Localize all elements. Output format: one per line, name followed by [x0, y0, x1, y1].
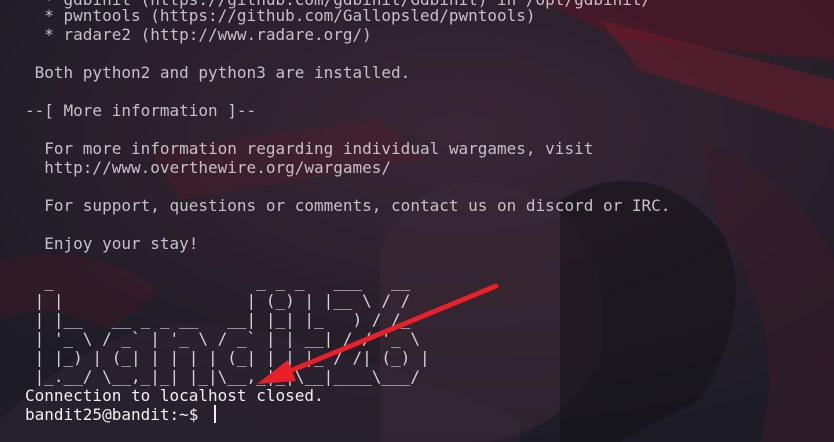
banner-line: | '_ \ / _` | '_ \ / _` | | __| / / '_ \: [25, 329, 420, 348]
motd-wargames-url: http://www.overthewire.org/wargames/: [25, 158, 392, 177]
motd-line-pwntools: * pwntools (https://github.com/Gallopsle…: [25, 6, 536, 25]
shell-prompt: bandit25@bandit:~$: [25, 405, 209, 424]
banner-line: | |__ __ _ _ __ __| |_| |_ ) / /_: [25, 310, 411, 329]
banner-line: |_.__/ \__,_|_| |_|\__,_|_|\__|____\___/: [25, 367, 420, 386]
text-cursor[interactable]: [214, 405, 216, 423]
motd-line-radare2: * radare2 (http://www.radare.org/): [25, 25, 372, 44]
banner-line: | |_) | (_| | | | | (_| | | |_ / /| (_) …: [25, 348, 430, 367]
motd-python-note: Both python2 and python3 are installed.: [25, 63, 411, 82]
banner-line: _ _ _ _ ___ __: [25, 272, 411, 291]
motd-support-line: For support, questions or comments, cont…: [25, 196, 671, 215]
motd-info-line: For more information regarding individua…: [25, 139, 594, 158]
banner-line: | | | (_) | |__ \ / /: [25, 291, 411, 310]
terminal-window[interactable]: * gdbinit (https://github.com/gdbinit/Gd…: [0, 0, 834, 442]
connection-closed-message: Connection to localhost closed.: [25, 386, 324, 405]
motd-more-info-header: --[ More information ]--: [25, 101, 257, 120]
motd-enjoy-line: Enjoy your stay!: [25, 234, 199, 253]
